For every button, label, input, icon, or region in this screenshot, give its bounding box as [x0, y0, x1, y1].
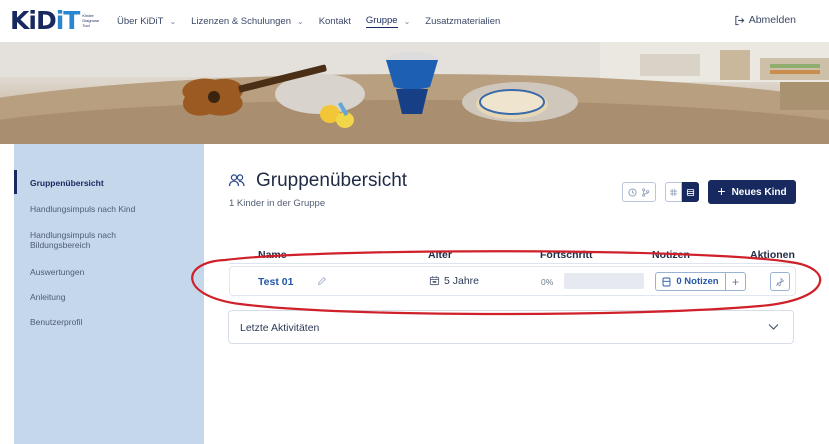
main-menu: Über KiDiT ⌄ Lizenzen & Schulungen ⌄ Kon…	[117, 0, 515, 42]
notes-button[interactable]: 0 Notizen	[655, 272, 726, 291]
calendar-icon	[429, 276, 440, 286]
sidebar-item-anleitung[interactable]: Anleitung	[30, 292, 190, 302]
logout-label: Abmelden	[748, 14, 796, 26]
page-header: Gruppenübersicht	[228, 170, 407, 192]
clock-icon	[628, 187, 637, 197]
banner-illustration	[0, 42, 829, 144]
chevron-down-icon: ⌄	[169, 16, 177, 26]
sidebar: Gruppenübersicht Handlungsimpuls nach Ki…	[14, 144, 204, 444]
list-view-button[interactable]	[682, 182, 699, 202]
nav-item-lizenzen[interactable]: Lizenzen & Schulungen ⌄	[191, 16, 304, 27]
branch-icon	[642, 187, 650, 197]
nav-item-label: Lizenzen & Schulungen	[191, 15, 291, 27]
list-view-icon	[686, 188, 695, 196]
pin-icon	[775, 276, 785, 286]
nav-item-zusatzmaterialien[interactable]: Zusatzmaterialien	[425, 16, 500, 27]
nav-item-label: Kontakt	[318, 15, 351, 27]
column-header-notizen: Notizen	[652, 249, 690, 261]
child-actions-button[interactable]	[770, 272, 790, 291]
nav-item-kontakt[interactable]: Kontakt	[319, 16, 351, 27]
top-navigation: KiDiT Kinder Diagnose Tool Über KiDiT ⌄ …	[0, 0, 829, 42]
new-child-button[interactable]: + Neues Kind	[708, 180, 796, 204]
add-note-button[interactable]: +	[726, 272, 746, 291]
child-age: 5 Jahre	[444, 275, 480, 287]
column-header-fortschritt: Fortschritt	[540, 249, 593, 261]
progress-bar	[564, 273, 644, 289]
history-sort-button[interactable]	[622, 182, 656, 202]
grid-view-button[interactable]	[665, 182, 682, 202]
table-divider	[229, 263, 796, 264]
nav-item-gruppe[interactable]: Gruppe ⌄	[365, 14, 411, 28]
accordion-label: Letzte Aktivitäten	[240, 322, 320, 334]
sidebar-item-handlungsimpuls-kind[interactable]: Handlungsimpuls nach Kind	[30, 204, 190, 214]
column-header-name: Name	[258, 249, 287, 261]
logout-button[interactable]: Abmelden	[734, 14, 796, 26]
nav-item-label: Zusatzmaterialien	[425, 15, 501, 27]
active-item-marker	[14, 170, 17, 194]
header-banner-image	[0, 42, 829, 144]
recent-activities-accordion[interactable]: Letzte Aktivitäten	[228, 310, 794, 344]
new-child-label: Neues Kind	[731, 186, 787, 198]
chevron-down-icon	[768, 324, 779, 330]
table-row: ⋮⋮ Test 01 5 Jahre 0% 0 Notizen +	[229, 266, 796, 296]
notes-label: 0 Notizen	[676, 276, 719, 287]
page-title: Gruppenübersicht	[256, 170, 408, 191]
nav-item-label: Über KiDiT	[117, 15, 164, 27]
sidebar-item-benutzerprofil[interactable]: Benutzerprofil	[30, 317, 190, 327]
group-icon	[228, 174, 245, 187]
group-count-text: 1 Kinder in der Gruppe	[229, 198, 326, 209]
note-icon	[662, 277, 671, 286]
plus-icon: +	[717, 183, 726, 199]
hash-grid-icon	[669, 188, 678, 196]
sidebar-item-handlungsimpuls-bildungsbereich[interactable]: Handlungsimpuls nach Bildungsbereich	[30, 230, 150, 250]
sidebar-item-auswertungen[interactable]: Auswertungen	[30, 267, 190, 277]
toolbar: + Neues Kind	[622, 180, 796, 204]
logo-tagline: Kinder Diagnose Tool	[82, 13, 100, 28]
pencil-icon[interactable]	[317, 276, 327, 286]
chevron-down-icon: ⌄	[296, 16, 304, 26]
sidebar-item-gruppenuebersicht[interactable]: Gruppenübersicht	[30, 178, 190, 188]
child-name-link[interactable]: Test 01	[258, 276, 293, 288]
column-header-aktionen: Aktionen	[750, 249, 795, 261]
chevron-down-icon: ⌄	[403, 16, 411, 26]
logout-icon	[735, 15, 745, 25]
nav-item-label: Gruppe	[365, 14, 398, 28]
plus-icon: +	[731, 274, 739, 289]
nav-item-ueber-kidit[interactable]: Über KiDiT ⌄	[117, 16, 176, 27]
view-toggle	[665, 182, 699, 202]
column-header-alter: Alter	[428, 249, 452, 261]
logo-wordmark: KiDiT	[10, 6, 80, 35]
kidit-logo[interactable]: KiDiT Kinder Diagnose Tool	[10, 7, 104, 35]
progress-percent: 0%	[541, 277, 554, 287]
